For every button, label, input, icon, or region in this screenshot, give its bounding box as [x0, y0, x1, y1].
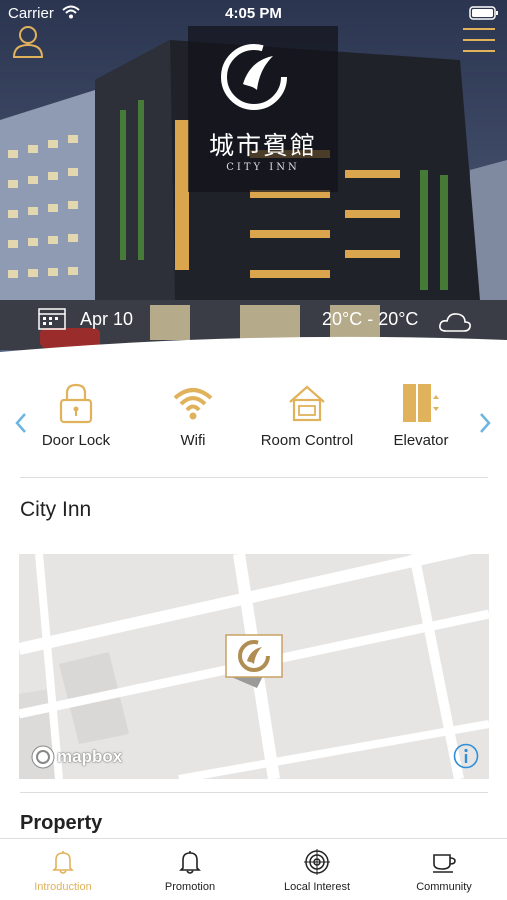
elevator-icon	[403, 384, 439, 422]
city-inn-logo	[221, 44, 287, 110]
tab-label: Local Interest	[283, 881, 351, 893]
hotel-location-pin[interactable]	[225, 634, 283, 696]
bottom-tab-bar: Introduction Promotion Local Interest Co…	[0, 838, 507, 900]
feature-label: Elevator	[393, 432, 449, 449]
wifi-icon	[173, 388, 213, 420]
mapbox-attribution[interactable]: mapbox	[57, 747, 122, 767]
home-icon	[289, 385, 325, 422]
lock-icon	[59, 383, 93, 424]
tab-promotion[interactable]: Promotion	[127, 839, 253, 900]
cloud-icon	[439, 313, 471, 332]
logo-chinese-name: 城市賓館	[208, 131, 317, 160]
battery-icon	[469, 6, 498, 20]
divider	[20, 792, 488, 793]
tab-introduction[interactable]: Introduction	[0, 839, 126, 900]
info-icon[interactable]	[453, 743, 479, 769]
divider	[20, 477, 488, 478]
feature-label: Room Control	[260, 432, 354, 449]
tab-community[interactable]: Community	[381, 839, 507, 900]
tab-label: Introduction	[34, 881, 92, 893]
feature-carousel: Door Lock Wifi Room Control Elevator	[0, 376, 507, 468]
coffee-cup-icon	[433, 854, 456, 873]
feature-elevator[interactable]: Elevator	[366, 376, 476, 466]
feature-door-lock[interactable]: Door Lock	[21, 376, 131, 466]
property-heading: Property	[20, 812, 103, 834]
feature-label: Wifi	[180, 432, 206, 449]
target-icon	[304, 849, 330, 875]
status-time: 4:05 PM	[225, 5, 282, 22]
status-bar: Carrier 4:05 PM	[0, 0, 507, 28]
location-map[interactable]: mapbox	[19, 554, 489, 779]
tab-local-interest[interactable]: Local Interest	[254, 839, 380, 900]
tab-label: Community	[416, 881, 472, 893]
tab-label: Promotion	[164, 881, 216, 893]
hotel-name-heading: City Inn	[20, 498, 92, 521]
current-date: Apr 10	[80, 309, 134, 329]
bell-icon	[52, 851, 74, 874]
feature-room-control[interactable]: Room Control	[252, 376, 362, 466]
feature-label: Door Lock	[41, 432, 111, 449]
menu-icon[interactable]	[463, 26, 495, 54]
hero-banner: 城市賓館 CITY INN Carrier 4:05 PM Apr 10 20°…	[0, 0, 507, 362]
feature-wifi[interactable]: Wifi	[138, 376, 248, 466]
bell-icon	[179, 851, 201, 874]
profile-icon[interactable]	[12, 24, 44, 58]
hero-bottom-curve	[0, 336, 507, 362]
logo-english-name: CITY INN	[226, 162, 300, 173]
calendar-icon	[38, 308, 66, 330]
chevron-right-icon[interactable]	[478, 412, 492, 434]
temperature-range: 20°C - 20°C	[322, 309, 419, 329]
